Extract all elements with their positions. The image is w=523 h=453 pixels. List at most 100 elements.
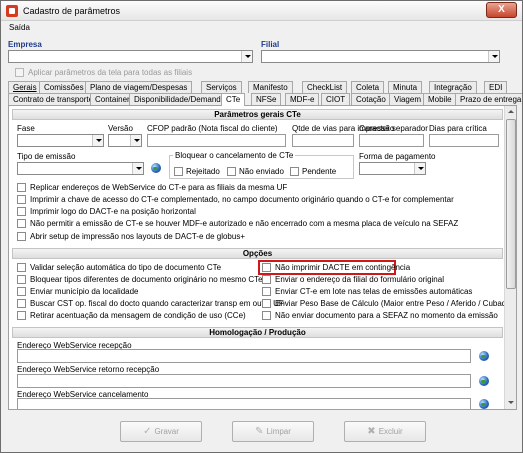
caractere-input[interactable] bbox=[359, 134, 424, 147]
tab-gerais[interactable]: Gerais bbox=[8, 81, 42, 93]
tipo-emissao-label: Tipo de emissão bbox=[17, 152, 76, 161]
title-bar: Cadastro de parâmetros X bbox=[1, 1, 522, 21]
scroll-thumb[interactable] bbox=[506, 119, 516, 289]
globe-icon[interactable] bbox=[479, 351, 489, 361]
opcao-enviar-lote-checkbox[interactable] bbox=[262, 287, 271, 296]
dias-critica-label: Dias para crítica bbox=[429, 124, 487, 133]
imprimir-logo-checkbox[interactable] bbox=[17, 207, 26, 216]
section-header-opcoes: Opções bbox=[12, 248, 503, 259]
cfop-input[interactable] bbox=[147, 134, 286, 147]
caractere-label: Caracter separador bbox=[359, 124, 428, 133]
rejeitado-label: Rejeitado bbox=[186, 167, 220, 176]
tab-checklist[interactable]: CheckList bbox=[302, 81, 348, 93]
scroll-up-icon[interactable] bbox=[506, 107, 516, 117]
opcao-enviar-lote-label: Enviar CT-e em lote nas telas de emissõe… bbox=[275, 287, 473, 296]
tab-ciot[interactable]: CIOT bbox=[321, 93, 351, 105]
globe-icon[interactable] bbox=[151, 163, 161, 173]
tab-contrato-transporte[interactable]: Contrato de transporte bbox=[8, 93, 99, 105]
globe-icon[interactable] bbox=[479, 399, 489, 409]
window-title: Cadastro de parâmetros bbox=[23, 6, 121, 16]
scroll-down-icon[interactable] bbox=[506, 398, 516, 408]
opcao-enviar-endereco-checkbox[interactable] bbox=[262, 275, 271, 284]
tab-nfse[interactable]: NFSe bbox=[251, 93, 282, 105]
tab-plano-viagem[interactable]: Plano de viagem/Despesas bbox=[85, 81, 193, 93]
chevron-down-icon bbox=[414, 163, 425, 174]
dias-critica-input[interactable] bbox=[429, 134, 499, 147]
imprimir-chave-checkbox[interactable] bbox=[17, 195, 26, 204]
tab-coleta[interactable]: Coleta bbox=[351, 81, 385, 93]
nao-permitir-checkbox[interactable] bbox=[17, 219, 26, 228]
opcao-validar-checkbox[interactable] bbox=[17, 263, 26, 272]
section-header-homologacao: Homologação / Produção bbox=[12, 327, 503, 338]
bloquear-cancelamento-group: Bloquear o cancelamento de CTe Rejeitado… bbox=[169, 151, 354, 179]
cfop-label: CFOP padrão (Nota fiscal do cliente) bbox=[147, 124, 278, 133]
opcao-enviar-endereco-label: Enviar o endereço da filial do formulári… bbox=[275, 275, 444, 284]
opcao-bloquear-tipos-checkbox[interactable] bbox=[17, 275, 26, 284]
nao-enviado-checkbox[interactable] bbox=[227, 167, 236, 176]
menu-bar: Saída bbox=[1, 22, 522, 35]
forma-pagamento-select[interactable] bbox=[359, 162, 426, 175]
delete-icon: ✖ bbox=[367, 426, 376, 438]
menu-sair[interactable]: Saída bbox=[9, 23, 30, 32]
filial-label: Filial bbox=[261, 40, 280, 49]
abrir-setup-checkbox[interactable] bbox=[17, 232, 26, 241]
imprimir-chave-label: Imprimir a chave de acesso do CT-e compl… bbox=[30, 195, 454, 204]
checkmark-icon: ✓ bbox=[143, 426, 152, 438]
tab-manifesto[interactable]: Manifesto bbox=[248, 81, 293, 93]
bloquear-cancelamento-title: Bloquear o cancelamento de CTe bbox=[173, 151, 296, 160]
tab-edi[interactable]: EDI bbox=[484, 81, 508, 93]
tab-mdfe[interactable]: MDF-e bbox=[285, 93, 320, 105]
limpar-button[interactable]: ✎ Limpar bbox=[232, 421, 314, 442]
app-icon bbox=[6, 5, 18, 17]
opcao-validar-label: Validar seleção automática do tipo de do… bbox=[30, 263, 222, 272]
rejeitado-checkbox[interactable] bbox=[174, 167, 183, 176]
gravar-button[interactable]: ✓ Gravar bbox=[120, 421, 202, 442]
tab-minuta[interactable]: Minuta bbox=[388, 81, 423, 93]
opcao-buscar-cst-checkbox[interactable] bbox=[17, 299, 26, 308]
main-window: Cadastro de parâmetros X Saída Empresa F… bbox=[0, 0, 523, 453]
excluir-button[interactable]: ✖ Excluir bbox=[344, 421, 426, 442]
empresa-select[interactable] bbox=[8, 50, 253, 63]
opcao-enviar-municipio-checkbox[interactable] bbox=[17, 287, 26, 296]
opcao-nao-enviar-checkbox[interactable] bbox=[262, 311, 271, 320]
chevron-down-icon bbox=[132, 163, 143, 174]
opcao-retirar-acentuacao-checkbox[interactable] bbox=[17, 311, 26, 320]
button-bar: ✓ Gravar ✎ Limpar ✖ Excluir bbox=[8, 413, 517, 447]
filial-select[interactable] bbox=[261, 50, 500, 63]
company-section: Empresa Filial Aplicar parâmetros da tel… bbox=[8, 36, 515, 81]
apply-all-checkbox[interactable] bbox=[15, 68, 24, 77]
ws-retorno-input[interactable] bbox=[17, 374, 471, 388]
tab-servicos[interactable]: Serviços bbox=[201, 81, 242, 93]
fase-select[interactable] bbox=[17, 134, 104, 147]
tab-cotacao[interactable]: Cotação bbox=[351, 93, 391, 105]
versao-select[interactable] bbox=[108, 134, 142, 147]
opcao-nao-imprimir-checkbox[interactable] bbox=[262, 263, 271, 272]
empresa-label: Empresa bbox=[8, 40, 42, 49]
qtde-vias-input[interactable] bbox=[292, 134, 354, 147]
opcao-enviar-peso-checkbox[interactable] bbox=[262, 299, 271, 308]
tab-viagem[interactable]: Viagem bbox=[389, 93, 426, 105]
opcao-buscar-cst-label: Buscar CST op. fiscal do docto quando ca… bbox=[30, 299, 284, 308]
tab-prazo-entrega[interactable]: Prazo de entrega bbox=[455, 93, 522, 105]
tab-mobile[interactable]: Mobile bbox=[423, 93, 457, 105]
vertical-scrollbar[interactable] bbox=[504, 106, 516, 409]
nao-enviado-label: Não enviado bbox=[239, 167, 284, 176]
opcao-enviar-peso-label: Enviar Peso Base de Cálculo (Maior entre… bbox=[275, 299, 514, 308]
tabs-row-1: Gerais Comissões Plano de viagem/Despesa… bbox=[8, 81, 517, 93]
tab-container[interactable]: Container bbox=[90, 93, 135, 105]
pendente-label: Pendente bbox=[302, 167, 337, 176]
tab-comissoes[interactable]: Comissões bbox=[39, 81, 89, 93]
chevron-down-icon bbox=[241, 51, 252, 62]
ws-cancelamento-input[interactable] bbox=[17, 398, 471, 409]
tipo-emissao-select[interactable] bbox=[17, 162, 144, 175]
ws-recepcao-input[interactable] bbox=[17, 349, 471, 363]
opcao-bloquear-tipos-label: Bloquear tipos diferentes de documento o… bbox=[30, 275, 263, 284]
globe-icon[interactable] bbox=[479, 376, 489, 386]
tab-integracao[interactable]: Integração bbox=[429, 81, 477, 93]
tab-disponibilidade[interactable]: Disponibilidade/Demanda bbox=[129, 93, 231, 105]
replicar-label: Replicar endereços de WebService do CT-e… bbox=[30, 183, 288, 192]
pendente-checkbox[interactable] bbox=[290, 167, 299, 176]
replicar-checkbox[interactable] bbox=[17, 183, 26, 192]
close-button[interactable]: X bbox=[486, 2, 517, 18]
tab-cte[interactable]: CTe bbox=[221, 93, 246, 106]
